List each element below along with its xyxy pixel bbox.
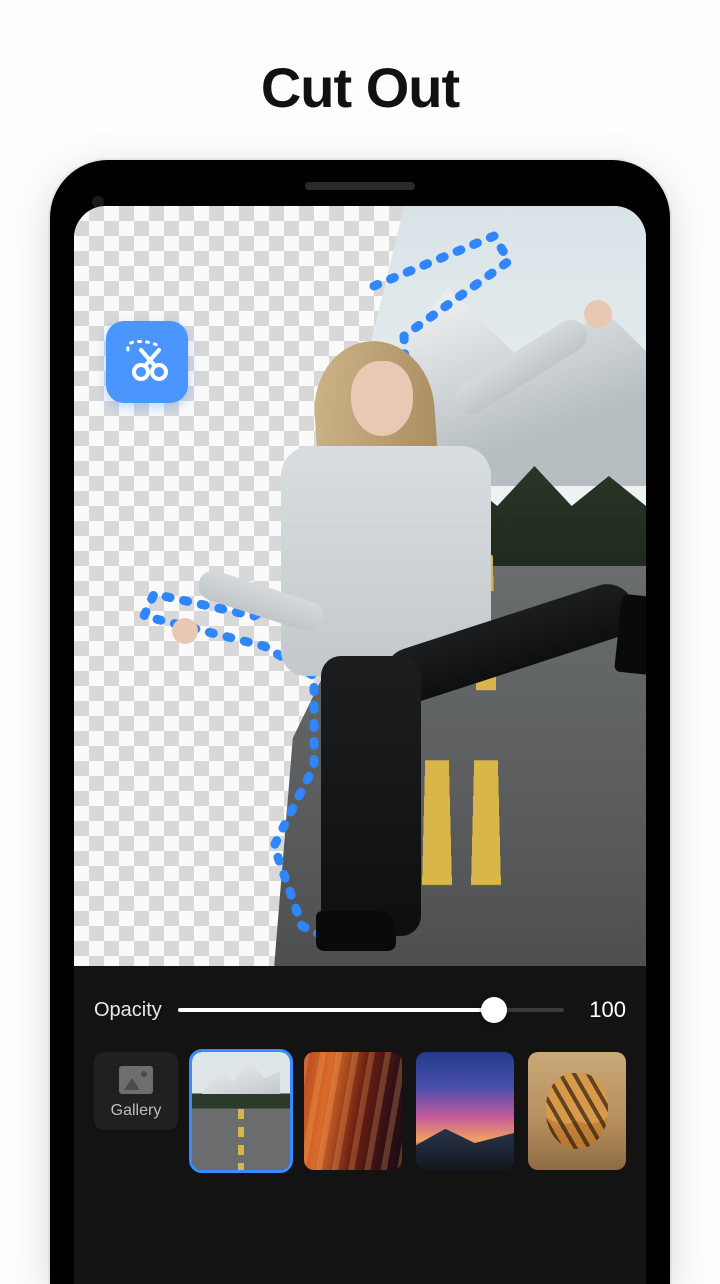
background-strip: Gallery xyxy=(94,1042,626,1170)
phone-speaker xyxy=(305,182,415,190)
editor-canvas[interactable] xyxy=(74,206,646,966)
opacity-row: Opacity 100 xyxy=(94,978,626,1042)
background-option-tiger[interactable] xyxy=(528,1052,626,1170)
controls-panel: Opacity 100 Gallery xyxy=(74,966,646,1284)
page-title: Cut Out xyxy=(261,55,459,120)
background-option-sunset[interactable] xyxy=(416,1052,514,1170)
promo-page: Cut Out xyxy=(0,0,720,1284)
gallery-button[interactable]: Gallery xyxy=(94,1052,178,1130)
app-screen: Opacity 100 Gallery xyxy=(74,206,646,1284)
background-option-canyon[interactable] xyxy=(304,1052,402,1170)
background-option-road[interactable] xyxy=(192,1052,290,1170)
gallery-label: Gallery xyxy=(111,1102,162,1120)
opacity-value: 100 xyxy=(580,997,626,1023)
image-icon xyxy=(119,1066,153,1094)
opacity-slider[interactable] xyxy=(178,994,564,1026)
scissors-lasso-icon xyxy=(121,336,173,388)
opacity-label: Opacity xyxy=(94,999,162,1022)
cutout-tool-button[interactable] xyxy=(106,321,188,403)
phone-frame: Opacity 100 Gallery xyxy=(50,160,670,1284)
